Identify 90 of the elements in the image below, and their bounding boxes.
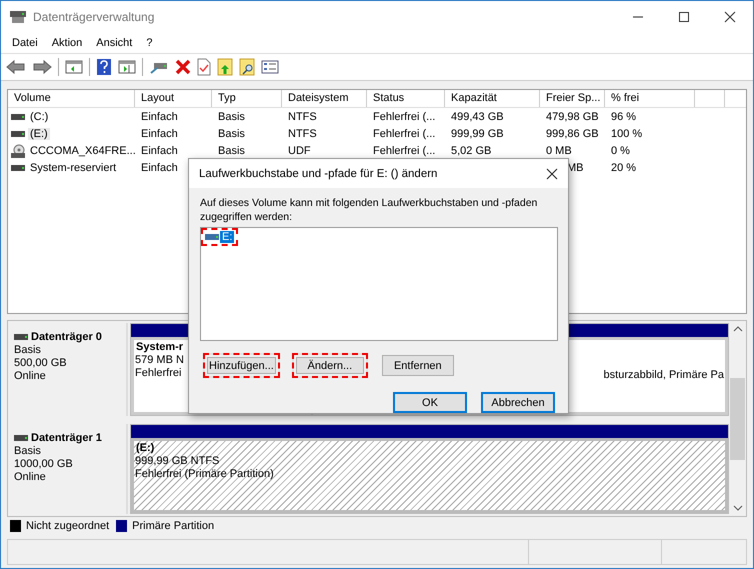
disk-name: Datenträger 1 <box>31 432 102 444</box>
maximize-icon[interactable] <box>678 10 690 22</box>
delete-icon[interactable] <box>175 59 191 75</box>
dialog-button[interactable]: Abbrechen <box>481 392 555 413</box>
table-cell[interactable]: (E:) <box>28 128 50 140</box>
checklist-icon[interactable] <box>261 60 279 74</box>
table-cell: 100 % <box>611 128 642 140</box>
partition-text: bsturzabbild, Primäre Pa <box>604 369 724 382</box>
column-header[interactable]: Typ <box>212 90 282 107</box>
checked-document-icon[interactable] <box>197 58 211 76</box>
help-icon[interactable] <box>96 58 112 76</box>
window-title: Datenträgerverwaltung <box>33 10 154 24</box>
dialog-button[interactable]: Ändern... <box>292 353 368 378</box>
disk-type: Basis <box>14 445 42 458</box>
table-cell: Einfach <box>141 110 178 122</box>
table-cell: UDF <box>288 144 311 156</box>
partition-text: (E:) <box>135 442 154 454</box>
table-cell: 999,99 GB <box>451 128 504 140</box>
column-header[interactable]: Dateisystem <box>282 90 367 107</box>
column-header[interactable]: % frei <box>605 90 695 107</box>
cd-drive-icon <box>11 144 25 158</box>
table-cell: 20 % <box>611 162 636 174</box>
table-cell: 96 % <box>611 110 636 122</box>
scroll-up-icon[interactable] <box>732 325 742 334</box>
table-cell[interactable]: CCCOMA_X64FRE... <box>28 144 138 156</box>
column-header[interactable]: Freier Sp... <box>540 90 605 107</box>
column-header[interactable]: Layout <box>135 90 212 107</box>
table-cell: Basis <box>218 144 245 156</box>
menu-item[interactable]: Aktion <box>52 36 82 48</box>
menu-item[interactable]: Ansicht <box>96 36 132 48</box>
disk-name: Datenträger 0 <box>31 331 102 344</box>
dialog-button[interactable]: Hinzufügen... <box>203 353 280 378</box>
partition-text: 999,99 GB NTFS <box>135 455 220 468</box>
dialog-button[interactable]: Entfernen <box>382 355 454 376</box>
partition-text: Fehlerfrei (Primäre Partition) <box>135 468 274 480</box>
disk-type: Basis <box>14 344 42 356</box>
drive-icon <box>11 164 25 172</box>
partition-text: System-r <box>135 341 184 354</box>
close-icon[interactable] <box>546 168 558 180</box>
drive-icon <box>11 130 25 138</box>
disk-size: 500,00 GB <box>14 357 68 370</box>
table-cell: Fehlerfrei (... <box>373 144 436 156</box>
drive-icon <box>14 333 28 342</box>
path-list[interactable]: E: <box>200 227 558 341</box>
folder-magnifier-icon[interactable] <box>239 58 255 76</box>
disk-status: Online <box>14 471 47 484</box>
dialog-title: Laufwerkbuchstabe und -pfade für E: () ändern <box>199 168 438 180</box>
panel-icon[interactable] <box>65 59 83 75</box>
legend-label: Primäre Partition <box>132 520 214 532</box>
table-cell: NTFS <box>288 110 317 122</box>
table-cell[interactable]: (C:) <box>28 110 50 122</box>
table-cell: 479,98 GB <box>546 110 599 122</box>
partition-block[interactable]: (E:) 999,99 GB NTFS Fehlerfrei (Primäre Partition) <box>130 424 729 514</box>
back-arrow-icon[interactable] <box>6 59 26 75</box>
panel-icon[interactable] <box>118 59 136 75</box>
table-cell: Basis <box>218 128 245 140</box>
table-cell: Einfach <box>141 144 178 156</box>
table-cell: Einfach <box>141 162 178 174</box>
disk-drive-icon <box>9 10 27 24</box>
dialog-button[interactable]: OK <box>393 392 467 413</box>
table-cell: 5,02 GB <box>451 144 492 156</box>
table-cell[interactable]: System-reserviert <box>28 162 118 174</box>
forward-arrow-icon[interactable] <box>32 59 52 75</box>
column-header[interactable]: Kapazität <box>445 90 540 107</box>
disk-size: 1000,00 GB <box>14 458 74 470</box>
scroll-down-icon[interactable] <box>732 504 742 512</box>
menu-item[interactable]: Datei <box>12 36 38 48</box>
table-cell: 499,43 GB <box>451 110 504 122</box>
dialog-description: Auf dieses Volume kann mit folgenden Laufwerkbuchstaben und -pfaden zugegriffen werden: <box>200 196 538 224</box>
partition-text: Fehlerfrei <box>135 367 182 380</box>
drive-icon <box>11 112 25 120</box>
table-cell: Fehlerfrei (... <box>373 128 436 140</box>
legend-label: Nicht zugeordnet <box>26 520 110 532</box>
column-header[interactable]: Volume <box>8 90 135 107</box>
close-icon[interactable] <box>724 10 736 22</box>
table-cell: Einfach <box>141 128 178 140</box>
disk-status: Online <box>14 370 47 382</box>
drive-icon <box>14 434 28 442</box>
drive-icon <box>205 233 219 241</box>
table-cell: 999,86 GB <box>546 128 599 140</box>
menu-item[interactable]: ? <box>146 36 152 48</box>
partition-text: 579 MB N <box>135 354 184 366</box>
column-header[interactable]: Status <box>367 90 445 107</box>
table-cell: 0 % <box>611 144 630 156</box>
table-cell: NTFS <box>288 128 317 140</box>
scrollbar[interactable] <box>729 321 746 516</box>
table-cell: 0 MB <box>546 144 572 156</box>
list-item[interactable]: E: <box>220 231 234 243</box>
table-cell: Fehlerfrei (... <box>373 110 436 122</box>
table-cell: Basis <box>218 110 245 122</box>
